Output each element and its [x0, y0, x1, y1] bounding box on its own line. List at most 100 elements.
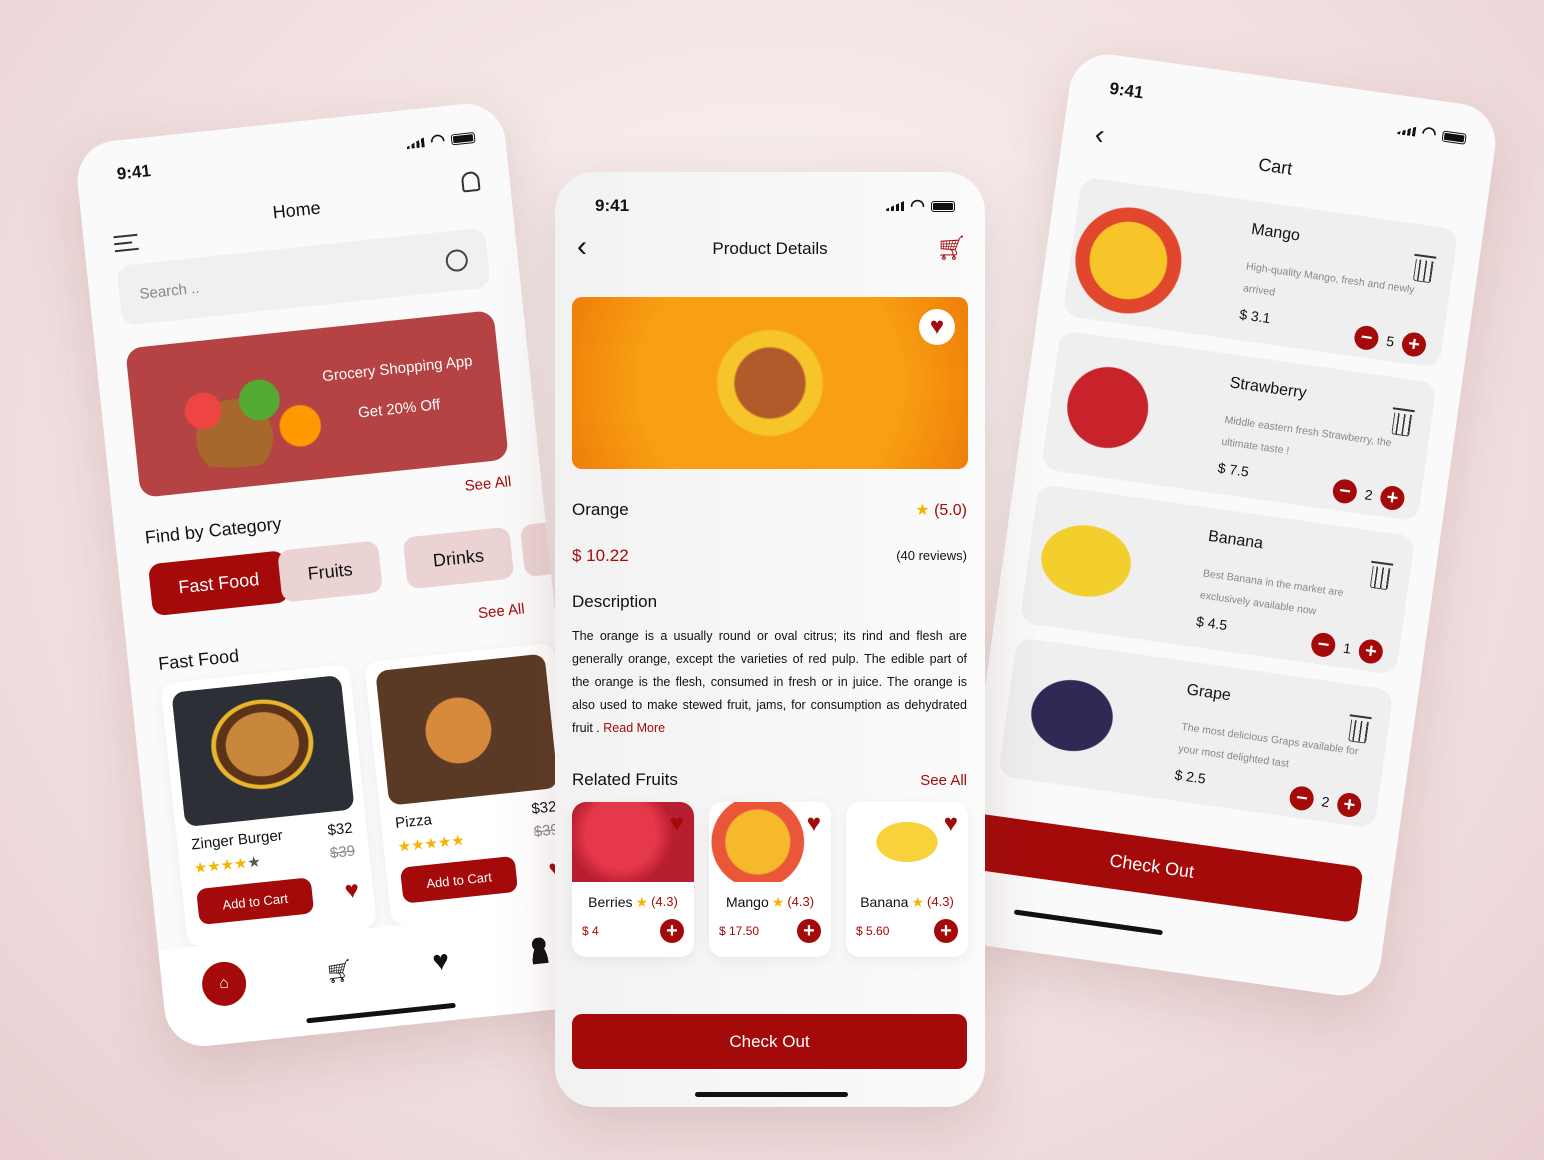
fruit-name: Banana	[860, 894, 909, 910]
category-drinks[interactable]: Drinks	[402, 526, 515, 590]
heart-icon[interactable]: ♥	[807, 810, 821, 838]
product-price: $ 10.22	[572, 546, 629, 565]
see-all-related[interactable]: See All	[920, 772, 967, 789]
fruit-price: $ 5.60	[856, 924, 890, 938]
increase-button[interactable]: +	[1378, 484, 1406, 512]
page-title: Product Details	[712, 239, 828, 258]
fruit-rating: (4.3)	[787, 894, 815, 909]
time: 9:41	[115, 161, 152, 184]
product-price: $32	[530, 798, 558, 818]
orange-image	[572, 297, 968, 469]
search-input[interactable]: Search ..	[116, 227, 491, 326]
time: 9:41	[595, 196, 630, 215]
product-name: Orange	[572, 500, 629, 519]
trash-icon[interactable]	[1391, 412, 1413, 437]
item-price: $ 7.5	[1216, 459, 1250, 480]
add-button[interactable]: +	[934, 919, 958, 943]
fruit-price: $ 4	[582, 924, 599, 938]
fruit-image	[1053, 180, 1221, 330]
trash-icon[interactable]	[1348, 719, 1369, 744]
fruit-rating: (4.3)	[927, 894, 954, 909]
add-to-cart-button[interactable]: Add to Cart	[196, 877, 315, 926]
description-heading: Description	[572, 592, 658, 611]
decrease-button[interactable]: −	[1353, 324, 1381, 352]
category-fast-food[interactable]: Fast Food	[147, 550, 290, 617]
product-details-screen: 9:41 ◠ ‹ Product Details 🛒︎ ♥ Orange ★ (5…	[555, 172, 985, 1107]
item-name: Grape	[1185, 681, 1232, 705]
category-heading: Find by Category	[144, 513, 283, 548]
rating: ★ (5.0)	[915, 502, 967, 519]
bell-icon[interactable]	[460, 170, 481, 193]
item-name: Mango	[1250, 220, 1302, 245]
increase-button[interactable]: +	[1335, 791, 1363, 819]
add-button[interactable]: +	[797, 919, 821, 943]
battery-icon	[931, 200, 955, 212]
item-price: $ 3.1	[1238, 306, 1272, 327]
category-fruits[interactable]: Fruits	[277, 540, 384, 603]
home-indicator	[1013, 909, 1163, 936]
signal-icon	[406, 137, 425, 149]
home-indicator	[695, 1092, 848, 1097]
fruit-image	[1010, 487, 1177, 637]
quantity: 2	[1320, 793, 1331, 811]
fruit-name: Mango	[725, 894, 769, 910]
decrease-button[interactable]: −	[1309, 631, 1338, 659]
product-card[interactable]: Zinger Burger $32 ★★★★★ $39 Add to Cart ♥	[160, 663, 378, 948]
promo-banner[interactable]: Grocery Shopping App Get 20% Off	[125, 310, 509, 498]
increase-button[interactable]: +	[1400, 330, 1428, 359]
rating-stars: ★★★★★	[396, 831, 466, 856]
search-icon	[444, 248, 469, 273]
heart-icon[interactable]: ♥	[431, 944, 451, 978]
status-bar: 9:41 ◠	[116, 127, 476, 185]
heart-icon[interactable]: ♥	[944, 810, 958, 838]
banner-title: Grocery Shopping App	[321, 352, 474, 386]
heart-icon[interactable]: ♥	[343, 876, 360, 905]
read-more-link[interactable]: Read More	[603, 721, 665, 735]
wifi-icon: ◠	[1420, 122, 1438, 144]
decrease-button[interactable]: −	[1331, 477, 1359, 505]
related-card[interactable]: ♥ Mango ★ (4.3) $ 17.50 +	[709, 802, 831, 957]
pizza-image	[375, 653, 559, 806]
trash-icon[interactable]	[1369, 565, 1391, 591]
fruit-price: $ 17.50	[719, 924, 760, 938]
item-price: $ 4.5	[1195, 613, 1229, 634]
signal-icon	[886, 201, 905, 211]
related-card[interactable]: ♥ Berries ★ (4.3) $ 4 +	[572, 802, 694, 957]
battery-icon	[450, 131, 476, 145]
status-bar: 9:41 ◠	[1108, 79, 1467, 149]
see-all-categories[interactable]: See All	[464, 473, 512, 495]
rating-stars: ★★★★★	[193, 853, 262, 878]
fruit-name: Berries	[588, 894, 633, 910]
product-price: $32	[326, 819, 354, 840]
heart-icon[interactable]: ♥	[670, 810, 684, 838]
cart-icon[interactable]: 🛒︎	[324, 957, 355, 986]
checkout-button[interactable]: Check Out	[949, 809, 1364, 924]
review-count[interactable]: (40 reviews)	[896, 548, 967, 563]
add-to-cart-button[interactable]: Add to Cart	[399, 855, 519, 904]
veggie-basket-image	[142, 357, 342, 477]
product-card[interactable]: Pizza$32 ★★★★★$39 Add to Cart♥	[364, 642, 581, 926]
description-text: The orange is a usually round or oval ci…	[572, 629, 967, 735]
decrease-button[interactable]: −	[1288, 784, 1316, 812]
status-bar: 9:41 ◠	[595, 196, 955, 216]
section-heading: Fast Food	[157, 645, 240, 674]
item-name: Strawberry	[1228, 374, 1308, 402]
fruit-rating: (4.3)	[651, 894, 678, 909]
cart-icon[interactable]: 🛒︎	[937, 234, 967, 263]
profile-icon[interactable]	[527, 936, 552, 965]
item-name: Banana	[1207, 527, 1265, 553]
see-all-fast-food[interactable]: See All	[477, 600, 525, 622]
time: 9:41	[1108, 78, 1145, 103]
checkout-button[interactable]: Check Out	[572, 1014, 967, 1069]
increase-button[interactable]: +	[1357, 637, 1385, 666]
fruit-image	[1031, 333, 1199, 484]
favorite-button[interactable]: ♥	[919, 309, 955, 345]
add-button[interactable]: +	[660, 919, 684, 943]
related-card[interactable]: ♥ Banana ★ (4.3) $ 5.60 +	[846, 802, 968, 957]
quantity: 5	[1385, 332, 1396, 350]
battery-icon	[1441, 130, 1467, 145]
home-icon[interactable]: ⌂	[199, 959, 249, 1009]
quantity: 1	[1342, 639, 1353, 657]
trash-icon[interactable]	[1412, 258, 1434, 284]
fruit-image	[988, 640, 1156, 791]
